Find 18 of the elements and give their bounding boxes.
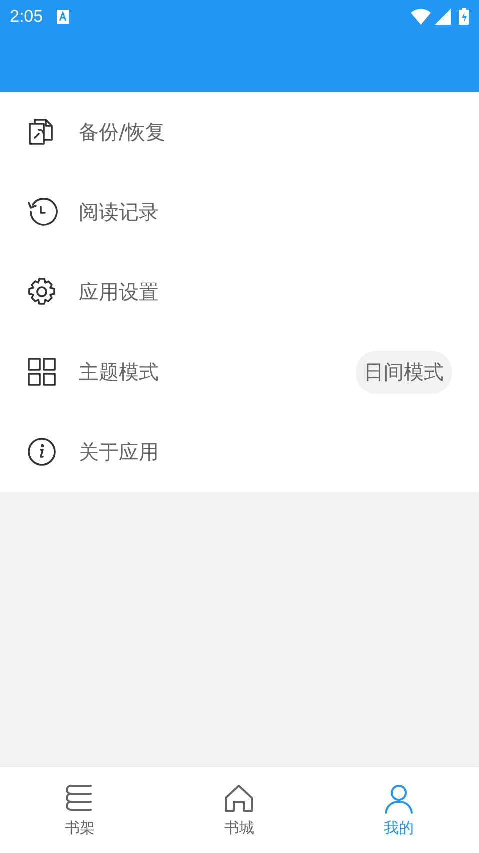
menu-item[interactable]: 备份/恢复 xyxy=(0,92,479,172)
nav-tab[interactable]: 我的 xyxy=(319,767,479,853)
signal-icon xyxy=(435,8,451,24)
theme-value[interactable]: 日间模式 xyxy=(356,350,452,394)
menu-item[interactable]: 阅读记录 xyxy=(0,172,479,252)
nav-tab[interactable]: 书架 xyxy=(0,767,160,853)
status-time: 2:05 xyxy=(10,6,44,26)
keyboard-icon xyxy=(57,10,70,24)
menu-item[interactable]: 应用设置 xyxy=(0,252,479,332)
wifi-icon xyxy=(411,8,431,24)
menu-item[interactable]: 主题模式 日间模式 xyxy=(0,332,479,412)
history-icon xyxy=(26,196,58,228)
grid-icon xyxy=(26,356,58,388)
info-icon xyxy=(26,436,58,468)
nav-tab[interactable]: 书城 xyxy=(160,767,320,853)
menu-item[interactable]: 关于应用 xyxy=(0,412,479,492)
settings-icon xyxy=(26,276,58,308)
battery-icon xyxy=(459,8,469,25)
